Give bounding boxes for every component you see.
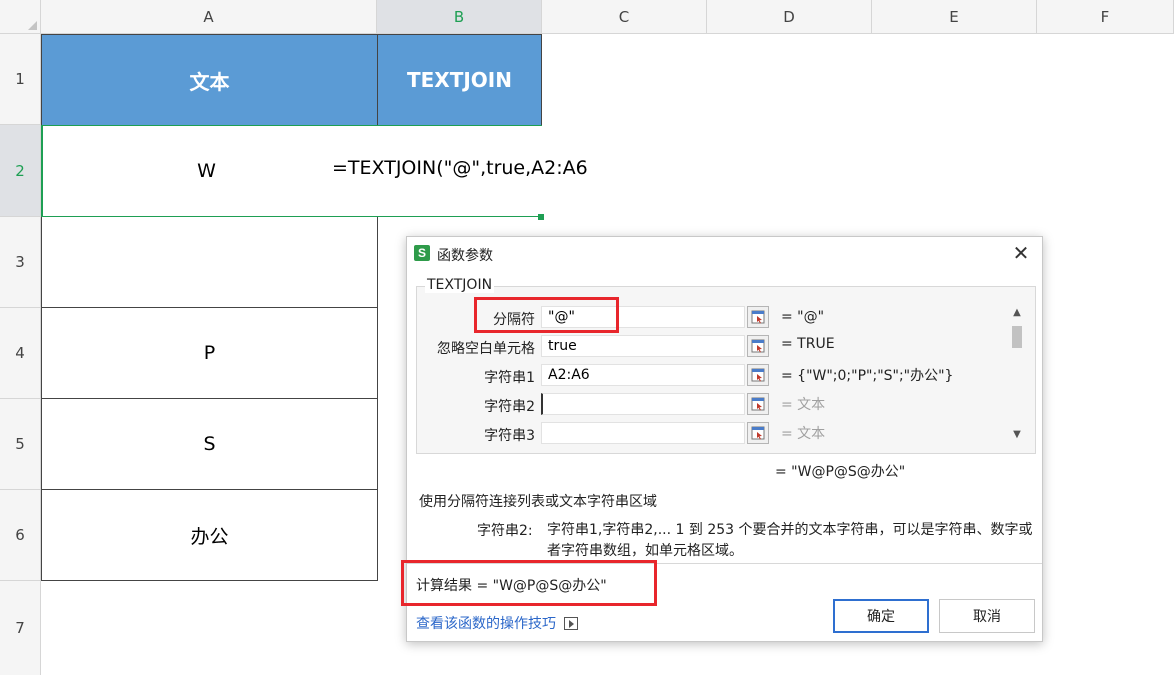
range-select-icon	[751, 426, 765, 440]
row-header-3[interactable]: 3	[0, 217, 41, 308]
function-tips-link[interactable]: 查看该函数的操作技巧	[416, 613, 578, 633]
column-header-d[interactable]: D	[707, 0, 872, 34]
arg-result-text2: = 文本	[781, 397, 826, 413]
cell-a3[interactable]	[41, 216, 378, 308]
range-select-icon	[751, 397, 765, 411]
cell-a4[interactable]: P	[41, 307, 378, 399]
arg-result-delimiter: = "@"	[781, 309, 825, 325]
function-name-label: TEXTJOIN	[425, 277, 495, 293]
dialog-titlebar[interactable]: S 函数参数 ✕	[407, 237, 1042, 271]
dialog-title: 函数参数	[437, 248, 493, 264]
close-icon[interactable]: ✕	[1010, 243, 1032, 265]
scroll-up-icon[interactable]: ▲	[1010, 306, 1024, 320]
row-header-5[interactable]: 5	[0, 399, 41, 490]
select-all-corner[interactable]	[0, 0, 41, 34]
ref-select-button-delimiter[interactable]	[747, 306, 769, 328]
cell-a1[interactable]: 文本	[41, 34, 378, 126]
play-video-icon	[564, 617, 578, 630]
function-description: 使用分隔符连接列表或文本字符串区域	[419, 494, 657, 510]
cancel-button[interactable]: 取消	[939, 599, 1035, 633]
column-header-b[interactable]: B	[377, 0, 542, 34]
arg-input-ignore-empty[interactable]	[541, 335, 745, 357]
function-total-result: = "W@P@S@办公"	[775, 464, 906, 480]
ref-select-button-text3[interactable]	[747, 422, 769, 444]
highlight-box-delimiter	[474, 297, 619, 333]
column-header-c[interactable]: C	[542, 0, 707, 34]
range-select-icon	[751, 310, 765, 324]
current-param-description: 字符串1,字符串2,... 1 到 253 个要合并的文本字符串，可以是字符串、…	[547, 522, 1033, 559]
arg-result-text3: = 文本	[781, 426, 826, 442]
active-cell-border	[41, 125, 542, 217]
arg-result-ignore-empty: = TRUE	[781, 336, 835, 352]
ok-button[interactable]: 确定	[833, 599, 929, 633]
current-param-name: 字符串2:	[477, 523, 533, 539]
arg-result-text1: = {"W";0;"P";"S";"办公"}	[781, 368, 954, 384]
range-select-icon	[751, 368, 765, 382]
arg-label-text2: 字符串2	[484, 399, 535, 415]
cell-b1[interactable]: TEXTJOIN	[377, 34, 542, 126]
arguments-scrollbar[interactable]: ▲ ▼	[1010, 306, 1024, 444]
wps-s-icon: S	[414, 245, 430, 261]
ref-select-button-text2[interactable]	[747, 393, 769, 415]
function-tips-link-text: 查看该函数的操作技巧	[416, 616, 556, 632]
ref-select-button-text1[interactable]	[747, 364, 769, 386]
scroll-down-icon[interactable]: ▼	[1010, 428, 1024, 442]
arg-input-text1[interactable]	[541, 364, 745, 386]
arg-label-ignore-empty: 忽略空白单元格	[437, 341, 535, 357]
column-header-e[interactable]: E	[872, 0, 1037, 34]
ref-select-button-ignore-empty[interactable]	[747, 335, 769, 357]
cell-a6[interactable]: 办公	[41, 489, 378, 581]
fill-handle[interactable]	[538, 214, 544, 220]
range-select-icon	[751, 339, 765, 353]
highlight-box-calc-result	[401, 560, 657, 606]
cell-a5[interactable]: S	[41, 398, 378, 490]
row-header-7[interactable]: 7	[0, 581, 41, 675]
arg-input-text2[interactable]	[541, 393, 745, 415]
column-header-f[interactable]: F	[1037, 0, 1174, 34]
row-header-2[interactable]: 2	[0, 125, 41, 217]
row-header-6[interactable]: 6	[0, 490, 41, 581]
scrollbar-thumb[interactable]	[1012, 326, 1022, 348]
row-header-4[interactable]: 4	[0, 308, 41, 399]
row-header-1[interactable]: 1	[0, 34, 41, 125]
arg-label-text1: 字符串1	[484, 370, 535, 386]
column-header-a[interactable]: A	[41, 0, 377, 34]
arg-input-text3[interactable]	[541, 422, 745, 444]
arg-label-text3: 字符串3	[484, 428, 535, 444]
